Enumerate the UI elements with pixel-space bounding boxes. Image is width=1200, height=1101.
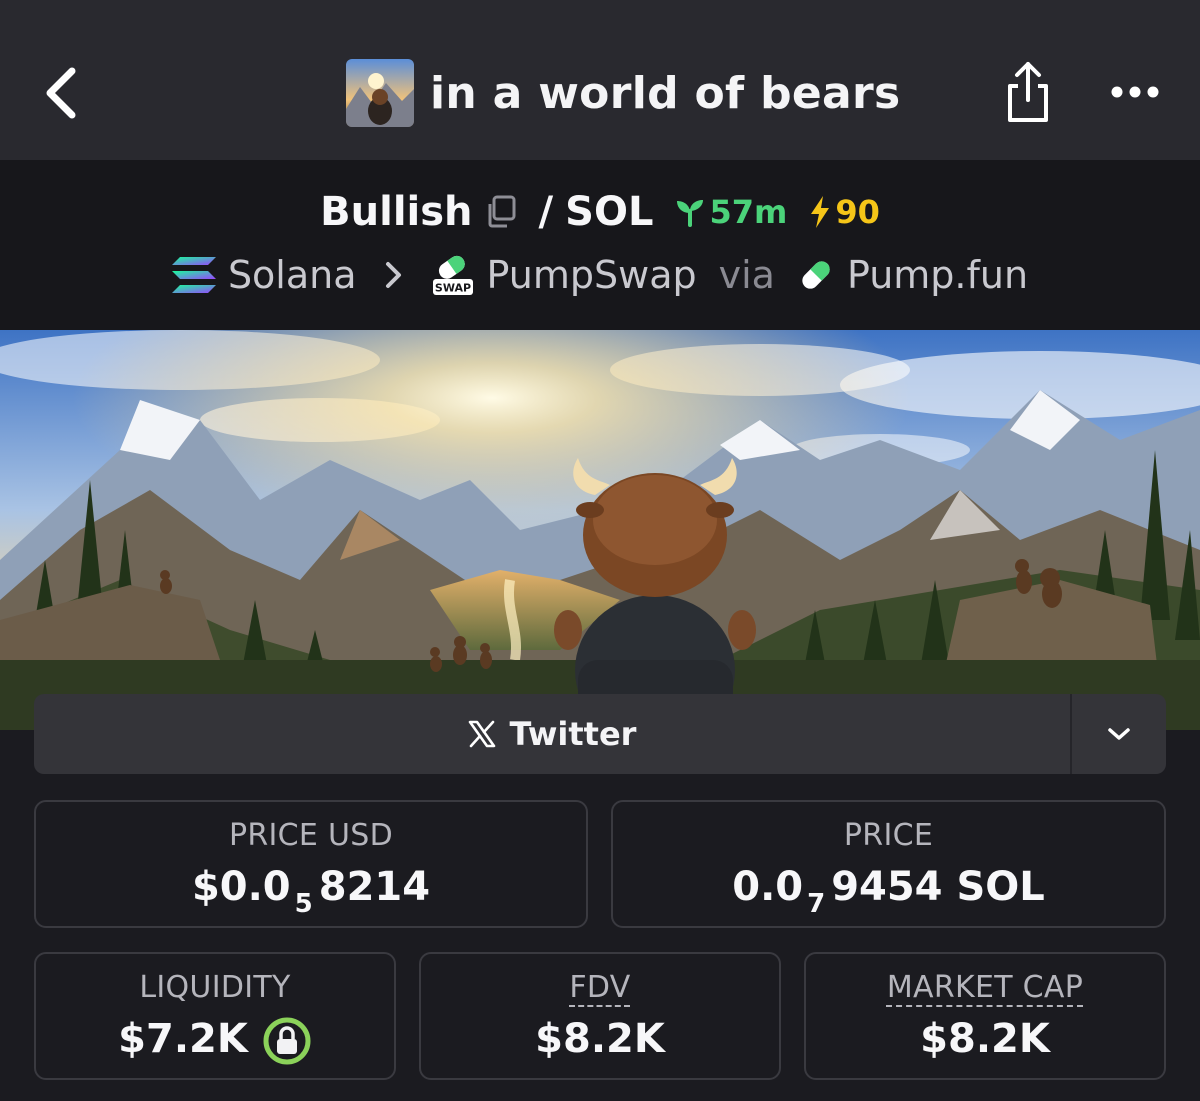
market-cap-label[interactable]: MARKET CAP xyxy=(806,970,1164,1005)
lock-icon xyxy=(263,1017,311,1065)
more-icon xyxy=(1111,86,1159,98)
price-usd-card: PRICE USD $0.0 5 8214 xyxy=(34,800,588,928)
quote-token-symbol: SOL xyxy=(565,189,654,235)
page-title: in a world of bears xyxy=(430,67,901,119)
price-native-value: 0.0 7 9454 SOL xyxy=(613,864,1164,919)
token-avatar xyxy=(346,59,414,127)
fdv-card: FDV $8.2K xyxy=(419,952,781,1080)
solana-icon xyxy=(171,257,216,293)
price-native-label: PRICE xyxy=(843,818,934,853)
dex-link[interactable]: SWAP PumpSwap xyxy=(431,253,697,297)
pumpswap-badge-text: SWAP xyxy=(434,282,470,295)
share-icon xyxy=(1008,62,1048,122)
price-native-digits: 9454 SOL xyxy=(831,864,1045,910)
market-cap-label-text: MARKET CAP xyxy=(886,970,1084,1005)
sprout-icon xyxy=(677,200,704,227)
dex-name: PumpSwap xyxy=(486,253,697,297)
market-cap-value: $8.2K xyxy=(920,1016,1050,1062)
launchpad-name: Pump.fun xyxy=(846,253,1029,297)
market-cap-card: MARKET CAP $8.2K xyxy=(804,952,1166,1080)
bolt-icon xyxy=(811,196,830,228)
price-native-zero-count: 7 xyxy=(807,889,826,919)
base-token-symbol: Bullish xyxy=(320,189,473,235)
pair-separator: / xyxy=(538,189,554,235)
chain-link[interactable]: Solana xyxy=(171,253,357,297)
back-icon xyxy=(46,67,76,119)
more-options-button[interactable] xyxy=(1100,70,1170,114)
pair-route: Solana SWAP PumpSwap via Pump.fun xyxy=(0,250,1200,300)
socials-expand-button[interactable] xyxy=(1072,694,1166,774)
fdv-label[interactable]: FDV xyxy=(421,970,779,1005)
liquidity-locked-badge[interactable] xyxy=(262,1016,312,1066)
pill-icon xyxy=(802,261,830,289)
chevron-down-icon xyxy=(1108,728,1130,740)
x-logo-icon xyxy=(468,720,495,748)
token-banner-image xyxy=(0,330,1200,730)
copy-icon[interactable] xyxy=(485,195,517,229)
via-label: via xyxy=(718,253,775,297)
socials-bar: Twitter xyxy=(34,694,1166,774)
fdv-label-text: FDV xyxy=(569,970,631,1005)
boost-count: 90 xyxy=(835,193,880,231)
chain-name: Solana xyxy=(227,253,357,297)
liquidity-value-row: $7.2K xyxy=(36,1016,394,1066)
launchpad-link[interactable]: Pump.fun xyxy=(797,253,1028,297)
fdv-value: $8.2K xyxy=(535,1016,665,1062)
price-usd-digits: 8214 xyxy=(318,864,431,910)
price-usd-label: PRICE USD xyxy=(228,818,394,853)
price-usd-zero-count: 5 xyxy=(294,889,313,919)
liquidity-label: LIQUIDITY xyxy=(139,970,291,1005)
token-title: in a world of bears xyxy=(346,58,901,128)
liquidity-card: LIQUIDITY $7.2K xyxy=(34,952,396,1080)
twitter-link[interactable]: Twitter xyxy=(34,694,1070,774)
pair-info: Bullish / SOL 57m 90 xyxy=(0,186,1200,238)
top-nav-bar: in a world of bears xyxy=(0,0,1200,160)
share-button[interactable] xyxy=(998,56,1058,128)
price-native-card: PRICE 0.0 7 9454 SOL xyxy=(611,800,1166,928)
back-button[interactable] xyxy=(30,58,90,128)
pumpswap-icon: SWAP xyxy=(432,255,473,295)
liquidity-value: $7.2K xyxy=(118,1016,248,1062)
twitter-label: Twitter xyxy=(509,715,637,753)
price-usd-prefix: $0.0 xyxy=(191,864,291,910)
pair-age-badge: 57m xyxy=(675,193,787,231)
pair-age: 57m xyxy=(709,193,788,231)
price-native-prefix: 0.0 xyxy=(732,864,804,910)
chevron-right-icon xyxy=(385,262,401,288)
price-usd-value: $0.0 5 8214 xyxy=(36,864,586,919)
boost-badge[interactable]: 90 xyxy=(809,193,880,231)
